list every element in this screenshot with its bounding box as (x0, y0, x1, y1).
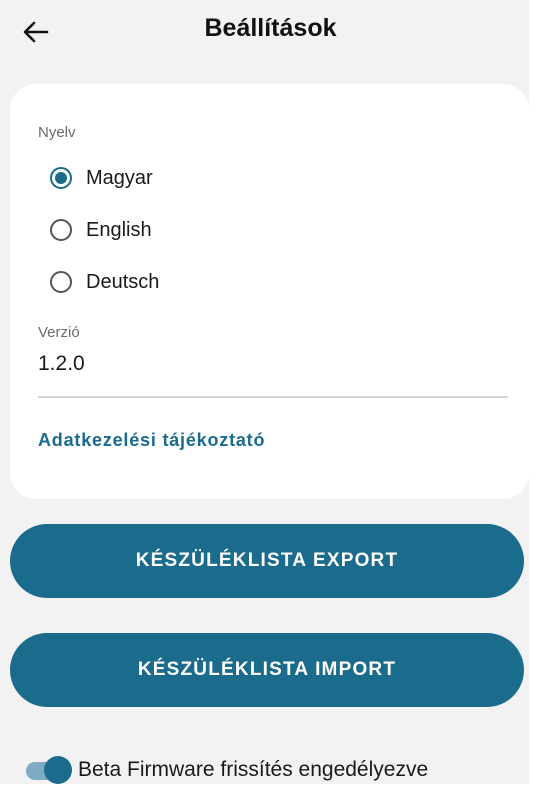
language-option-magyar[interactable]: Magyar (50, 163, 153, 193)
screenshot-border-right (529, 0, 541, 794)
version-value: 1.2.0 (38, 352, 85, 375)
language-option-english[interactable]: English (50, 215, 152, 245)
beta-firmware-label: Beta Firmware frissítés engedélyezve (78, 758, 429, 781)
page-title: Beállítások (204, 14, 337, 42)
radio-unchecked-icon (50, 271, 72, 293)
language-option-label: English (86, 218, 152, 241)
screenshot-border-bottom (0, 784, 541, 794)
radio-unchecked-icon (50, 219, 72, 241)
radio-checked-icon (50, 167, 72, 189)
language-option-deutsch[interactable]: Deutsch (50, 267, 159, 297)
import-device-list-button[interactable]: KÉSZÜLÉKLISTA IMPORT (10, 633, 524, 707)
language-option-label: Deutsch (86, 270, 160, 293)
export-device-list-button[interactable]: KÉSZÜLÉKLISTA EXPORT (10, 524, 524, 598)
version-label: Verzió (38, 324, 80, 341)
beta-firmware-toggle[interactable] (26, 756, 72, 786)
settings-screen: Beállítások Nyelv Magyar English Deutsch… (0, 0, 541, 794)
privacy-policy-link[interactable]: Adatkezelési tájékoztató (38, 430, 265, 451)
divider (38, 396, 508, 398)
language-section-label: Nyelv (38, 124, 76, 141)
toggle-thumb (44, 756, 72, 784)
language-option-label: Magyar (86, 166, 153, 189)
